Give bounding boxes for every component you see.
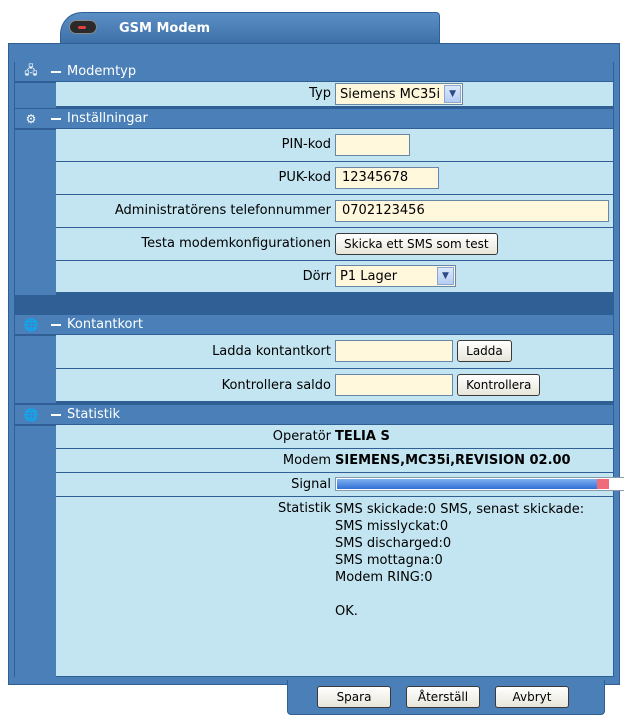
statistics-line: SMS discharged:0 xyxy=(335,536,452,551)
chevron-down-icon[interactable]: ▼ xyxy=(437,267,454,285)
row-admin-phone: Administratörens telefonnummer 070212345… xyxy=(56,195,613,228)
statistics-line xyxy=(335,586,584,603)
statistics-text: SMS skickade:0 SMS, senast skickade: SMS … xyxy=(335,501,584,620)
statistics-line: Modem RING:0 xyxy=(335,570,433,585)
door-select[interactable]: P1 Lager ▼ xyxy=(335,265,456,287)
section-strip xyxy=(15,83,56,108)
row-puk: PUK-kod 12345678 xyxy=(56,162,613,195)
load-card-label: Ladda kontantkort xyxy=(212,344,331,359)
door-label: Dörr xyxy=(302,269,331,284)
globe-icon: 🌐 xyxy=(23,407,39,422)
statistics-line: SMS mottagna:0 xyxy=(335,553,443,568)
section-title: Statistik xyxy=(67,407,121,422)
section-statistik: 🌐 Statistik Operatör TELIA S Modem SIEME… xyxy=(15,405,624,678)
section-title: Kontantkort xyxy=(67,317,143,332)
section-kontantkort: 🌐 Kontantkort Ladda kontantkort Ladda Ko… xyxy=(15,315,613,403)
statistics-line: OK. xyxy=(335,604,358,619)
chevron-down-icon[interactable]: ▼ xyxy=(444,85,462,103)
pin-label: PIN-kod xyxy=(281,137,331,152)
content-area: 🖧 Modemtyp Typ Siemens MC35i ▼ ⚙ Inställ… xyxy=(14,62,624,678)
settings-icon: ⚙ xyxy=(25,111,37,126)
section-installningar: ⚙ Inställningar PIN-kod PUK-kod 12345678… xyxy=(15,109,613,295)
collapse-icon[interactable] xyxy=(51,70,61,73)
row-statistics: Statistik SMS skickade:0 SMS, senast ski… xyxy=(56,497,613,676)
test-label: Testa modemkonfigurationen xyxy=(141,236,331,251)
signal-bar-fill xyxy=(337,479,597,489)
modem-label: Modem xyxy=(282,453,331,468)
statistics-label: Statistik xyxy=(277,501,331,516)
statistics-line: SMS skickade:0 SMS, senast skickade: xyxy=(335,502,585,517)
section-header-installningar[interactable]: ⚙ Inställningar xyxy=(15,109,613,129)
row-test: Testa modemkonfigurationen Skicka ett SM… xyxy=(56,228,613,261)
puk-input[interactable]: 12345678 xyxy=(335,167,439,189)
puk-label: PUK-kod xyxy=(278,170,331,185)
modem-icon xyxy=(69,20,97,34)
signal-label: Signal xyxy=(291,477,331,492)
row-signal: Signal xyxy=(56,473,624,497)
door-select-value: P1 Lager xyxy=(340,268,398,284)
statistics-line: SMS misslyckat:0 xyxy=(335,519,449,534)
section-strip xyxy=(15,130,56,295)
reset-button[interactable]: Återställ xyxy=(406,686,480,708)
operator-value: TELIA S xyxy=(335,429,390,444)
signal-bar-peak xyxy=(597,479,609,489)
operator-label: Operatör xyxy=(272,429,331,444)
check-balance-input[interactable] xyxy=(335,374,453,396)
section-modemtyp: 🖧 Modemtyp Typ Siemens MC35i ▼ xyxy=(15,62,613,108)
typ-select[interactable]: Siemens MC35i ▼ xyxy=(335,83,464,105)
collapse-icon[interactable] xyxy=(51,117,61,120)
send-test-sms-button[interactable]: Skicka ett SMS som test xyxy=(335,233,498,255)
globe-icon: 🌐 xyxy=(23,317,39,332)
check-balance-label: Kontrollera saldo xyxy=(221,378,331,393)
section-strip xyxy=(15,336,56,403)
row-pin: PIN-kod xyxy=(56,129,613,162)
main-frame: 🖧 Modemtyp Typ Siemens MC35i ▼ ⚙ Inställ… xyxy=(8,43,624,685)
admin-phone-input[interactable]: 0702123456 xyxy=(335,200,609,222)
section-header-statistik[interactable]: 🌐 Statistik xyxy=(15,405,613,425)
section-header-modemtyp[interactable]: 🖧 Modemtyp xyxy=(15,62,613,82)
save-button[interactable]: Spara xyxy=(317,686,391,708)
collapse-icon[interactable] xyxy=(51,323,61,326)
row-door: Dörr P1 Lager ▼ xyxy=(56,261,613,293)
row-check-balance: Kontrollera saldo Kontrollera xyxy=(56,369,613,402)
cancel-button[interactable]: Avbryt xyxy=(495,686,569,708)
load-card-input[interactable] xyxy=(335,340,453,362)
window-title: GSM Modem xyxy=(119,21,211,36)
row-modem: Modem SIEMENS,MC35i,REVISION 02.00 xyxy=(56,449,613,473)
section-strip xyxy=(15,426,56,678)
admin-phone-label: Administratörens telefonnummer xyxy=(114,203,331,218)
network-icon: 🖧 xyxy=(24,63,38,77)
row-operator: Operatör TELIA S xyxy=(56,425,613,449)
section-title: Modemtyp xyxy=(67,64,137,79)
signal-bar xyxy=(335,477,624,491)
window-tab: GSM Modem xyxy=(60,12,440,44)
row-typ: Typ Siemens MC35i ▼ xyxy=(56,82,613,107)
section-header-kontantkort[interactable]: 🌐 Kontantkort xyxy=(15,315,613,335)
collapse-icon[interactable] xyxy=(51,413,61,416)
modem-value: SIEMENS,MC35i,REVISION 02.00 xyxy=(335,453,571,468)
load-button[interactable]: Ladda xyxy=(457,340,512,362)
pin-input[interactable] xyxy=(335,134,410,156)
typ-label: Typ xyxy=(309,86,331,101)
row-load-card: Ladda kontantkort Ladda xyxy=(56,335,613,369)
section-title: Inställningar xyxy=(67,111,148,126)
typ-select-value: Siemens MC35i xyxy=(340,86,441,102)
footer-button-bar: Spara Återställ Avbryt xyxy=(287,680,605,715)
check-balance-button[interactable]: Kontrollera xyxy=(457,374,541,396)
